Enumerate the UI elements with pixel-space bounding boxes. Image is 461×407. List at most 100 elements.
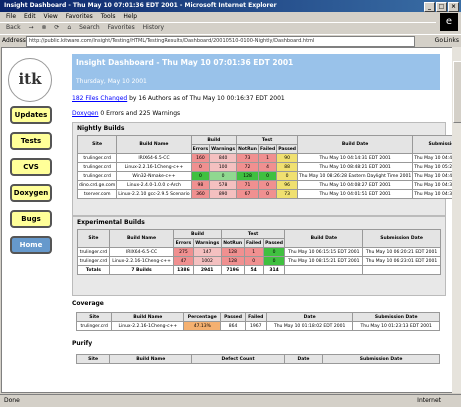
menu-help[interactable]: Help [123, 13, 137, 20]
table-cell[interactable]: Linux-2.4.0-1.0.0 c-Arch [116, 180, 192, 190]
scrollbar-thumb[interactable] [453, 61, 461, 123]
table-cell[interactable]: 128 [220, 247, 245, 257]
updates-button[interactable]: Updates [10, 106, 52, 124]
table-cell[interactable]: 147 [192, 247, 222, 257]
table-cell[interactable]: 578 [209, 180, 238, 190]
maximize-button[interactable]: □ [436, 2, 447, 12]
forward-button[interactable]: → [29, 24, 34, 31]
table-cell[interactable]: 275 [173, 247, 194, 257]
table-cell[interactable]: 100 [209, 162, 238, 172]
table-cell: 54 [243, 265, 264, 275]
nightly-builds-panel: Nightly Builds Site Build Name Build Test Bu… [72, 122, 452, 216]
history-button[interactable]: History [143, 24, 164, 31]
vertical-scrollbar[interactable] [452, 47, 461, 393]
menu-favorites[interactable]: Favorites [66, 13, 93, 20]
table-header: Submission Date [322, 354, 440, 364]
table-cell: trulinger.crd [76, 153, 118, 163]
table-cell[interactable]: 0 [262, 247, 286, 257]
refresh-button[interactable]: ⟳ [54, 24, 59, 31]
search-button[interactable]: Search [79, 24, 100, 31]
back-button[interactable]: Back [6, 24, 21, 31]
table-cell[interactable]: 88 [276, 162, 299, 172]
menu-bar: File Edit View Favorites Tools Help [0, 12, 461, 22]
table-cell[interactable]: Linux-2.2.16-1Cheng-c++ [111, 321, 185, 331]
bugs-button[interactable]: Bugs [10, 210, 52, 228]
table-cell: Thu May 10 04:08:27 EDT 2001 [297, 180, 414, 190]
address-input[interactable]: http://public.kitware.com/Insight/Testin… [26, 36, 415, 47]
page-subtitle: Thursday, May 10 2001 [76, 78, 147, 85]
table-cell[interactable]: IRIX64-6.5-CC [108, 247, 175, 257]
experimental-builds-panel: Experimental Builds Site Build Name Build T… [72, 216, 446, 296]
table-cell[interactable]: 73 [236, 153, 259, 163]
table-cell[interactable]: 0 [190, 171, 211, 181]
table-cell[interactable]: 360 [190, 189, 211, 199]
tests-button[interactable]: Tests [10, 132, 52, 150]
table-cell[interactable]: Linux-2.2.16-1Cheng-c++ [108, 256, 175, 266]
home-nav-button[interactable]: Home [10, 236, 52, 254]
table-header: Build Name [116, 135, 192, 154]
doxygen-link[interactable]: Doxygen [72, 110, 99, 117]
close-button[interactable]: × [448, 2, 459, 12]
table-header: Warnings [192, 238, 222, 248]
nightly-builds-title: Nightly Builds [77, 125, 125, 132]
links-button[interactable]: Links [444, 35, 459, 47]
menu-file[interactable]: File [6, 13, 16, 20]
table-cell[interactable]: 96 [276, 180, 299, 190]
files-changed-link[interactable]: 182 Files Changed [72, 95, 127, 102]
table-cell[interactable]: 71 [236, 180, 259, 190]
table-cell[interactable]: Linux-2.2.10 gcc-2.9.5 Scenario [116, 189, 192, 199]
table-header-row: Site Build Name Defect Count Date Submission… [75, 354, 440, 364]
table-cell: trulinger.crd [76, 162, 118, 172]
menu-view[interactable]: View [44, 13, 58, 20]
table-header: Test [220, 229, 286, 239]
table-cell[interactable]: 0 [257, 171, 278, 181]
home-button[interactable]: ⌂ [67, 24, 71, 31]
table-cell[interactable]: 47.13% [183, 321, 222, 331]
table-cell[interactable]: 0 [257, 189, 278, 199]
menu-tools[interactable]: Tools [101, 13, 116, 20]
table-cell[interactable]: IRIX64-6.5-CC [116, 153, 192, 163]
table-cell[interactable]: 0 [262, 256, 286, 266]
table-header: Errors [190, 144, 211, 154]
favorites-button[interactable]: Favorites [108, 24, 135, 31]
table-cell[interactable]: 98 [190, 180, 211, 190]
table-cell[interactable]: 0 [257, 180, 278, 190]
table-cell[interactable]: 72 [236, 162, 259, 172]
table-cell[interactable]: Linux-2.2.16-1Cheng-c++ [116, 162, 192, 172]
table-cell[interactable]: Win32-Nmake-c++ [116, 171, 192, 181]
table-cell[interactable]: 73 [276, 189, 299, 199]
stop-button[interactable]: ⊗ [41, 24, 46, 31]
table-cell[interactable]: 0 [243, 256, 264, 266]
table-header: Failed [243, 238, 264, 248]
table-cell[interactable]: 1 [257, 153, 278, 163]
table-cell[interactable]: 1 [243, 247, 264, 257]
dashboard-header: Insight Dashboard - Thu May 10 07:01:36 … [72, 54, 440, 90]
table-cell[interactable]: 90 [276, 153, 299, 163]
table-cell[interactable]: 160 [190, 153, 211, 163]
table-row: trulinger.crd Win32-Nmake-c++ 0 0 128 0 0 Thu M… [76, 171, 452, 181]
experimental-builds-table: Site Build Name Build Test Build Date Submiss… [77, 229, 441, 275]
table-row: trulinger.crd Linux-2.2.16-1Cheng-c++ 0 100… [76, 162, 452, 172]
cvs-button[interactable]: CVS [10, 158, 52, 176]
table-cell[interactable]: 47 [173, 256, 194, 266]
table-cell[interactable]: 4 [257, 162, 278, 172]
go-button[interactable]: Go [435, 35, 443, 47]
table-cell[interactable]: 840 [209, 153, 238, 163]
doxygen-button[interactable]: Doxygen [10, 184, 52, 202]
table-cell: Totals [77, 265, 110, 275]
table-cell: 1386 [173, 265, 194, 275]
table-cell[interactable]: 0 [209, 171, 238, 181]
window-titlebar: Insight Dashboard - Thu May 10 07:01:36 … [0, 0, 461, 12]
table-cell[interactable]: 128 [220, 256, 245, 266]
table-cell: 2941 [192, 265, 222, 275]
table-cell[interactable]: 1002 [192, 256, 222, 266]
table-cell: Thu May 10 08:26:28 Eastern Daylight Tim… [297, 171, 414, 181]
table-header: NotRun [220, 238, 245, 248]
table-cell[interactable]: 67 [236, 189, 259, 199]
table-cell[interactable]: 128 [236, 171, 259, 181]
table-cell[interactable]: 0 [276, 171, 299, 181]
minimize-button[interactable]: _ [424, 2, 435, 12]
table-cell[interactable]: 890 [209, 189, 238, 199]
table-cell[interactable]: 0 [190, 162, 211, 172]
menu-edit[interactable]: Edit [24, 13, 36, 20]
